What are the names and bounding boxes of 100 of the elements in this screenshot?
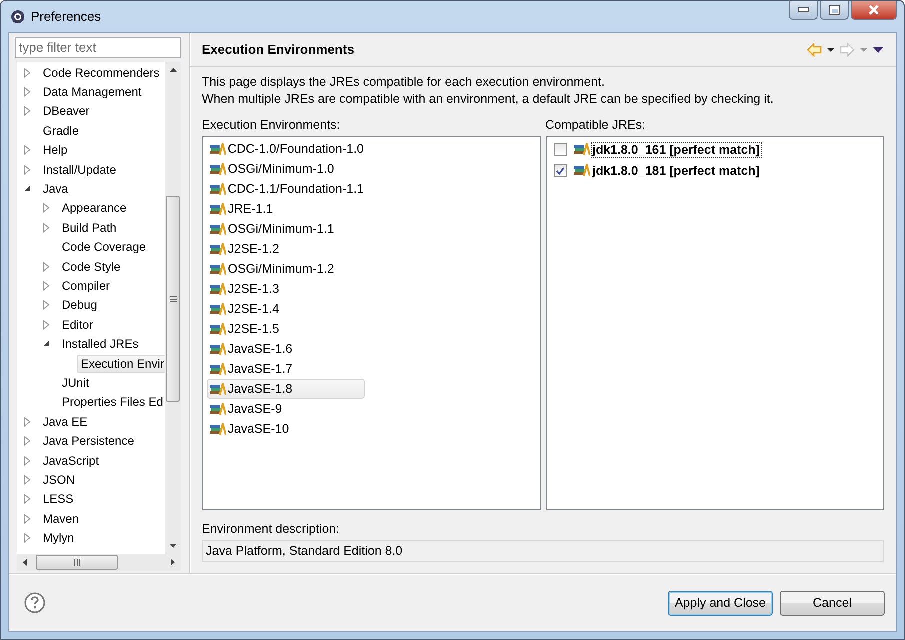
- dropdown-icon[interactable]: [827, 48, 835, 52]
- scroll-right-icon[interactable]: [170, 558, 176, 567]
- tree-item[interactable]: Java Persistence: [39, 432, 138, 450]
- page-title: Execution Environments: [202, 42, 354, 57]
- books-icon: [209, 402, 226, 416]
- tree-item[interactable]: Editor: [58, 316, 98, 334]
- books-icon: [209, 282, 226, 296]
- expand-icon[interactable]: [23, 456, 32, 466]
- expand-icon[interactable]: [42, 280, 51, 291]
- list-item[interactable]: OSGi/Minimum-1.0: [207, 159, 365, 179]
- expand-icon[interactable]: [23, 514, 32, 524]
- maximize-button[interactable]: [820, 1, 849, 20]
- expand-icon[interactable]: [42, 222, 51, 233]
- tree-item[interactable]: Mylyn: [39, 529, 78, 548]
- books-icon: [209, 202, 226, 216]
- scrollbar-thumb[interactable]: [36, 555, 118, 570]
- books-icon: [209, 182, 226, 196]
- scrollbar-thumb[interactable]: [166, 196, 180, 402]
- tree-item[interactable]: Data Management: [39, 83, 146, 102]
- books-icon: [209, 142, 226, 156]
- list-item[interactable]: OSGi/Minimum-1.1: [207, 219, 365, 239]
- list-item[interactable]: OSGi/Minimum-1.2: [207, 259, 365, 279]
- list-label: Compatible JREs:: [546, 118, 647, 134]
- tree-item[interactable]: Execution Envir: [77, 354, 165, 373]
- list-item[interactable]: jdk1.8.0_181 [perfect match]: [590, 162, 762, 178]
- tree-item[interactable]: JSON: [39, 470, 80, 489]
- description-field[interactable]: Java Platform, Standard Edition 8.0: [202, 540, 884, 562]
- tree-item[interactable]: Installed JREs: [58, 335, 143, 354]
- books-icon: [209, 262, 226, 276]
- list-item[interactable]: J2SE-1.2: [207, 239, 365, 259]
- list-item[interactable]: JRE-1.1: [207, 199, 365, 219]
- tree-item[interactable]: Code Recommenders: [39, 64, 164, 82]
- books-icon: [209, 342, 226, 356]
- expand-icon[interactable]: [42, 203, 51, 214]
- checkbox[interactable]: [554, 143, 566, 156]
- minimize-button[interactable]: [789, 1, 818, 20]
- scroll-left-icon[interactable]: [22, 558, 28, 567]
- tree-item[interactable]: Debug: [58, 296, 102, 314]
- tree-item[interactable]: Help: [39, 141, 72, 160]
- list-item[interactable]: J2SE-1.5: [207, 319, 365, 339]
- expand-icon[interactable]: [23, 145, 32, 156]
- description-text: This page displays the JREs compatible for each execution environment.: [202, 74, 606, 91]
- tree-item[interactable]: Java EE: [39, 412, 92, 431]
- help-icon[interactable]: [24, 592, 46, 614]
- tree-item[interactable]: Gradle: [39, 122, 84, 140]
- filter-field[interactable]: type filter text: [15, 37, 181, 58]
- books-icon: [209, 222, 226, 236]
- back-arrow-icon[interactable]: [807, 42, 822, 56]
- list-item[interactable]: jdk1.8.0_161 [perfect match]: [590, 142, 762, 158]
- books-icon: [572, 143, 590, 156]
- tree-item[interactable]: Build Path: [58, 218, 121, 237]
- expand-icon[interactable]: [23, 87, 32, 98]
- close-button[interactable]: [851, 1, 897, 20]
- menu-icon[interactable]: [873, 46, 884, 52]
- expand-icon[interactable]: [42, 300, 51, 310]
- apply-and-close-button[interactable]: Apply and Close: [668, 590, 773, 616]
- tree-item[interactable]: Code Coverage: [58, 238, 150, 256]
- scroll-up-icon[interactable]: [168, 67, 178, 73]
- books-icon: [209, 242, 226, 256]
- tree-item[interactable]: Code Style: [58, 258, 125, 276]
- tree-item[interactable]: Install/Update: [39, 160, 120, 179]
- expand-icon[interactable]: [23, 474, 32, 485]
- tree-item[interactable]: JUnit: [58, 374, 94, 392]
- tree-item[interactable]: Properties Files Ed: [58, 393, 165, 412]
- expand-icon[interactable]: [23, 106, 32, 116]
- expand-icon[interactable]: [23, 494, 32, 504]
- list-item[interactable]: JavaSE-10: [207, 419, 365, 439]
- list-item[interactable]: J2SE-1.4: [207, 299, 365, 319]
- tree-item[interactable]: LESS: [39, 490, 78, 508]
- tree-item[interactable]: DBeaver: [39, 102, 94, 120]
- expand-icon[interactable]: [23, 436, 32, 446]
- list-label: Execution Environments:: [202, 118, 342, 134]
- expand-icon[interactable]: [23, 416, 32, 427]
- cancel-button[interactable]: Cancel: [780, 590, 885, 616]
- tree-item[interactable]: Appearance: [58, 199, 131, 218]
- tree-item[interactable]: Maven: [39, 510, 84, 528]
- list-item[interactable]: CDC-1.0/Foundation-1.0: [207, 139, 365, 159]
- checkbox[interactable]: [554, 164, 566, 177]
- expand-icon[interactable]: [42, 262, 51, 272]
- tree-item[interactable]: Compiler: [58, 276, 114, 295]
- window-title: Preferences: [31, 9, 102, 24]
- list-item[interactable]: J2SE-1.3: [207, 279, 365, 299]
- list-item[interactable]: JavaSE-1.8: [207, 379, 365, 399]
- list-item[interactable]: JavaSE-9: [207, 399, 365, 419]
- scroll-down-icon[interactable]: [168, 543, 178, 549]
- books-icon: [209, 162, 226, 176]
- list-item[interactable]: CDC-1.1/Foundation-1.1: [207, 179, 365, 199]
- forward-arrow-icon[interactable]: [840, 42, 855, 56]
- expand-icon[interactable]: [23, 164, 32, 175]
- expand-icon[interactable]: [42, 320, 51, 330]
- tree-item[interactable]: Java: [39, 180, 72, 198]
- tree-item[interactable]: JavaScript: [39, 452, 104, 470]
- books-icon: [209, 362, 226, 376]
- expand-icon[interactable]: [23, 68, 32, 78]
- grip-icon: [170, 296, 176, 302]
- list-item[interactable]: JavaSE-1.6: [207, 339, 365, 359]
- books-icon: [209, 322, 226, 336]
- books-icon: [209, 422, 226, 436]
- list-item[interactable]: JavaSE-1.7: [207, 359, 365, 379]
- expand-icon[interactable]: [23, 533, 32, 544]
